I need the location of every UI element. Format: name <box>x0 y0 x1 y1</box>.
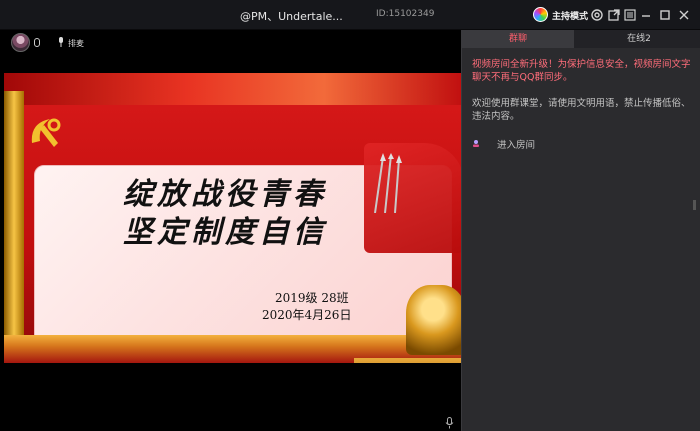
panel-tabs: 群聊 在线2 <box>462 30 700 48</box>
close-icon[interactable] <box>677 8 691 22</box>
slide-header-band <box>4 73 461 105</box>
mic-queue-button[interactable]: 排麦 <box>68 38 84 49</box>
system-message-icon <box>473 140 479 147</box>
lion-statue-icon <box>406 285 461 355</box>
system-message-enter-room: 进入房间 <box>497 140 536 151</box>
slide-title-line-1: 绽放战役青春 <box>123 177 327 212</box>
upgrade-notice: 视频房间全新升级！为保护信息安全，视频房间文字聊天不再与QQ群同步。 <box>472 59 691 83</box>
menu-icon[interactable] <box>623 8 637 22</box>
party-emblem-icon <box>31 118 61 147</box>
microphone-icon[interactable] <box>445 417 454 429</box>
scrollbar[interactable] <box>693 200 696 210</box>
slide-pillar <box>4 91 24 336</box>
tab-online[interactable]: 在线2 <box>580 30 698 48</box>
spears-icon <box>374 153 402 213</box>
slide-class-label: 2019级 28班 <box>275 291 349 305</box>
host-mode-button[interactable]: 主持模式 <box>552 9 588 22</box>
mic-status-icon <box>34 38 40 47</box>
chat-panel: 群聊 在线2 视频房间全新升级！为保护信息安全，视频房间文字聊天不再与QQ群同步… <box>461 30 700 431</box>
avatar[interactable] <box>11 33 30 52</box>
tab-group-chat[interactable]: 群聊 <box>462 30 574 48</box>
title-bar: @PM、Undertale... ID:15102349 主持模式 <box>0 0 700 30</box>
slide-date-label: 2020年4月26日 <box>262 308 352 322</box>
mic-queue-icon[interactable] <box>58 37 64 47</box>
welcome-message: 欢迎使用群课堂，请使用文明用语，禁止传播低俗、违法内容。 <box>472 98 691 122</box>
slide-title-line-2: 坚定制度自信 <box>123 215 327 250</box>
room-title: @PM、Undertale... <box>240 10 343 23</box>
settings-icon[interactable] <box>590 8 604 22</box>
minimize-icon[interactable] <box>639 8 653 22</box>
room-id: ID:15102349 <box>376 9 435 19</box>
host-logo-icon[interactable] <box>533 7 548 22</box>
slide-title: 绽放战役青春 坚定制度自信 <box>123 176 327 252</box>
maximize-icon[interactable] <box>658 8 672 22</box>
popout-icon[interactable] <box>607 8 621 22</box>
pedestal <box>354 358 461 363</box>
